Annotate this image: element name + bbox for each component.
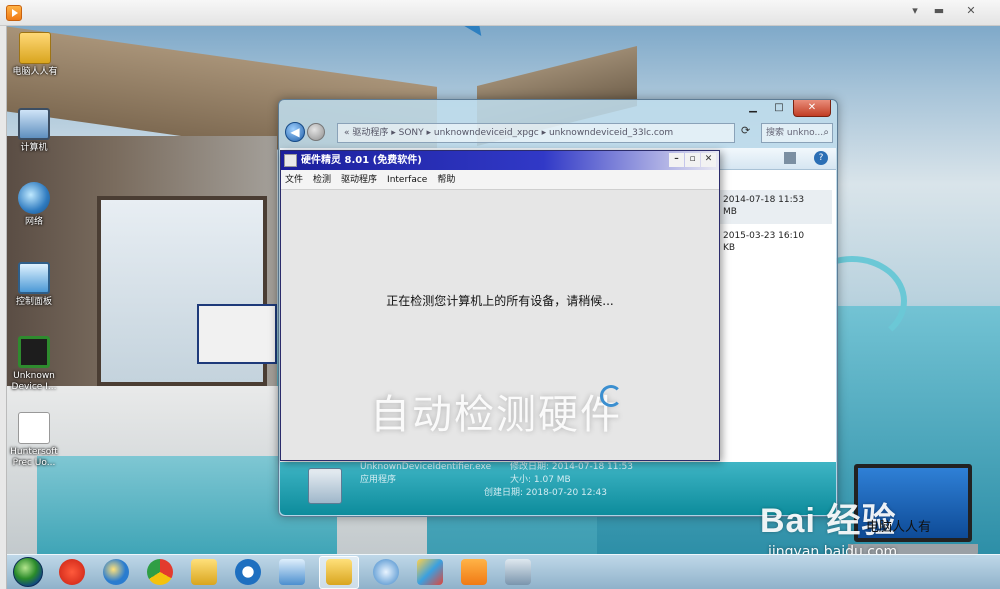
explorer-window-controls: ▁ □ ✕: [741, 100, 831, 117]
file-date: 2015-03-23 16:10: [723, 231, 805, 241]
explorer-icon[interactable]: [326, 559, 352, 585]
player-close-button[interactable]: ✕: [962, 3, 980, 19]
chrome-icon[interactable]: [147, 559, 173, 585]
view-options-icon[interactable]: [784, 152, 796, 164]
desktop-icon-label: 网络: [24, 217, 43, 227]
start-button[interactable]: [13, 557, 43, 587]
ie-icon[interactable]: [103, 559, 129, 585]
dialog-close-button[interactable]: ✕: [701, 153, 716, 167]
control-panel-icon: [18, 262, 50, 294]
overlay-caption: 自动检测硬件: [370, 392, 622, 438]
player-title-bar: ▾ ▬ ✕: [0, 0, 1000, 26]
player-logo-icon: [6, 5, 22, 21]
app-icon[interactable]: [373, 559, 399, 585]
dialog-title: 硬件精灵 8.01 (免费软件): [301, 155, 422, 166]
folder-icon: [19, 32, 51, 64]
desktop-icon-label: Huntersoft Prec Uo...: [10, 447, 58, 468]
dialog-maximize-button[interactable]: ▫: [685, 153, 700, 167]
file-size: KB: [723, 243, 736, 253]
desktop-icon-document[interactable]: Huntersoft Prec Uo...: [7, 412, 64, 469]
details-size: 大小: 1.07 MB: [510, 475, 571, 485]
loading-spinner-icon: [600, 385, 622, 407]
search-placeholder: 搜索 unkno...: [766, 128, 824, 138]
search-icon[interactable]: [235, 559, 261, 585]
dialog-menu-bar: 文件 检测 驱动程序 Interface 帮助: [281, 170, 719, 190]
minimize-button[interactable]: ▁: [741, 100, 765, 117]
desktop-icon-label: 控制面板: [15, 297, 52, 307]
menu-interface[interactable]: Interface: [387, 170, 427, 189]
watermark-cn-text: 电脑人人有: [866, 520, 932, 535]
dialog-title-bar[interactable]: 硬件精灵 8.01 (免费软件) – ▫ ✕: [281, 151, 719, 170]
taskbar: [7, 554, 1000, 589]
desktop-icon-unknown-device[interactable]: Unknown Device I...: [7, 336, 64, 393]
list-item[interactable]: 2014-07-18 11:53 MB: [720, 190, 832, 224]
details-pane: UnknownDeviceIdentifier.exe 修改日期: 2014-0…: [280, 462, 836, 515]
computer-icon: [18, 108, 50, 140]
detect-status-message: 正在检测您计算机上的所有设备，请稍候...: [386, 294, 614, 308]
details-created: 创建日期: 2018-07-20 12:43: [484, 488, 607, 498]
maximize-button[interactable]: □: [767, 100, 791, 117]
help-icon[interactable]: ?: [814, 151, 828, 165]
menu-file[interactable]: 文件: [285, 170, 303, 189]
player-minimize-button[interactable]: ▬: [930, 3, 948, 19]
app-icon: [284, 154, 297, 167]
refresh-icon[interactable]: ⟳: [741, 124, 750, 137]
mouse-cursor-icon: [460, 26, 490, 42]
desktop-icon-network[interactable]: 网络: [7, 182, 64, 228]
desktop-icon-label: Unknown Device I...: [11, 371, 57, 392]
close-button[interactable]: ✕: [793, 100, 831, 117]
tool-icon[interactable]: [505, 559, 531, 585]
details-type: 应用程序: [360, 475, 397, 485]
paint-icon[interactable]: [417, 559, 443, 585]
list-item[interactable]: 2015-03-23 16:10 KB: [720, 228, 832, 258]
address-row: ◀ « 驱动程序 ▸ SONY ▸ unknowndeviceid_xpgc ▸…: [285, 122, 833, 144]
installer-icon: [308, 468, 342, 504]
network-icon[interactable]: [279, 559, 305, 585]
folder-icon[interactable]: [191, 559, 217, 585]
desktop-icon-folder[interactable]: 电脑人人有: [7, 32, 65, 78]
menu-drivers[interactable]: 驱动程序: [341, 170, 377, 189]
menu-help[interactable]: 帮助: [437, 170, 455, 189]
details-modified: 修改日期: 2014-07-18 11:53: [510, 462, 633, 472]
player-dropdown-icon[interactable]: ▾: [906, 3, 924, 19]
chip-icon: [18, 336, 50, 368]
wallpaper-sofa: [197, 304, 277, 364]
jiang-icon[interactable]: [59, 559, 85, 585]
search-icon: ⌕: [823, 127, 829, 138]
file-date: 2014-07-18 11:53: [723, 195, 805, 205]
desktop-icon-control-panel[interactable]: 控制面板: [7, 262, 64, 308]
menu-detect[interactable]: 检测: [313, 170, 331, 189]
media-icon[interactable]: [461, 559, 487, 585]
file-size: MB: [723, 207, 737, 217]
desktop-icon-computer[interactable]: 计算机: [7, 108, 64, 154]
dialog-minimize-button[interactable]: –: [669, 153, 684, 167]
player-frame-left: [0, 26, 7, 589]
desktop-icon-label: 电脑人人有: [12, 67, 58, 77]
document-icon: [18, 412, 50, 444]
search-input[interactable]: 搜索 unkno... ⌕: [761, 123, 833, 143]
back-button[interactable]: ◀: [285, 122, 305, 142]
dialog-controls: – ▫ ✕: [669, 153, 716, 167]
network-icon: [18, 182, 50, 214]
desktop-icon-label: 计算机: [20, 143, 48, 153]
details-filename: UnknownDeviceIdentifier.exe: [360, 462, 492, 472]
forward-button[interactable]: [307, 123, 325, 141]
address-bar[interactable]: « 驱动程序 ▸ SONY ▸ unknowndeviceid_xpgc ▸ u…: [337, 123, 735, 143]
